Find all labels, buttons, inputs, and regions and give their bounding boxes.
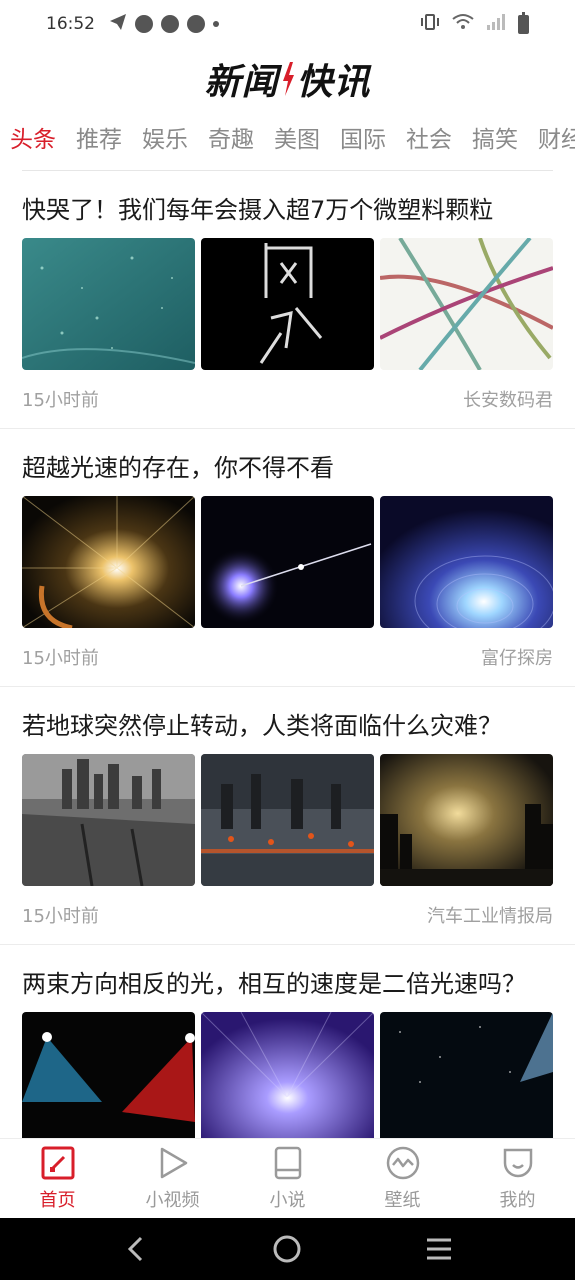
- article-source: 长安数码君: [463, 390, 553, 411]
- article-card[interactable]: 若地球突然停止转动，人类将面临什么灾难？ 15小时前 汽车工业情报局: [0, 687, 575, 945]
- nav-short-video-label: 小视频: [145, 1189, 200, 1211]
- bottom-navigation: 首页 小视频 小说 壁纸 我的: [0, 1138, 575, 1218]
- burning-city-image[interactable]: [201, 754, 374, 886]
- ruined-city-image[interactable]: [22, 754, 195, 886]
- tab-finance[interactable]: 财经: [538, 120, 575, 154]
- article-thumbnails: [22, 238, 553, 370]
- wallpaper-icon: [386, 1146, 419, 1179]
- status-right: [420, 11, 529, 36]
- article-source: 汽车工业情报局: [427, 906, 553, 927]
- telegram-send-icon: [109, 13, 127, 36]
- news-feed[interactable]: 快哭了！我们每年会摄入超7万个微塑料颗粒 15小时前 长安数码君 超越光速的存在…: [0, 171, 575, 1138]
- back-icon[interactable]: [106, 1229, 166, 1269]
- book-icon: [274, 1146, 301, 1179]
- tab-entertainment[interactable]: 娱乐: [142, 120, 188, 154]
- tab-pictures[interactable]: 美图: [274, 120, 320, 154]
- nav-home-label: 首页: [39, 1189, 76, 1211]
- lightning-icon: [282, 62, 294, 96]
- water-microplastics-image[interactable]: [22, 238, 195, 370]
- notification-icon: [161, 15, 179, 33]
- article-thumbnails: [22, 754, 553, 886]
- tab-international[interactable]: 国际: [340, 120, 386, 154]
- article-meta: 15小时前 汽车工业情报局: [22, 886, 553, 944]
- article-time: 15小时前: [22, 390, 99, 411]
- wifi-icon: [452, 13, 474, 36]
- tab-society[interactable]: 社会: [406, 120, 452, 154]
- light-particle-image[interactable]: [201, 496, 374, 628]
- nav-short-video[interactable]: 小视频: [115, 1139, 230, 1218]
- article-title[interactable]: 两束方向相反的光，相互的速度是二倍光速吗？: [22, 945, 553, 1012]
- nav-wallpaper[interactable]: 壁纸: [345, 1139, 460, 1218]
- notification-icon: [135, 15, 153, 33]
- play-icon: [160, 1147, 187, 1178]
- vibrate-icon: [420, 13, 440, 36]
- article-title[interactable]: 若地球突然停止转动，人类将面临什么灾难？: [22, 687, 553, 754]
- signal-icon: [486, 13, 506, 36]
- article-meta: 15小时前 长安数码君: [22, 370, 553, 428]
- plastic-fibers-image[interactable]: [380, 238, 553, 370]
- battery-icon: [518, 11, 529, 34]
- starburst-image[interactable]: [22, 496, 195, 628]
- light-tunnel-image[interactable]: [201, 1012, 374, 1138]
- article-source: 富仔探房: [481, 648, 553, 669]
- app-header: 新闻 快讯: [0, 52, 575, 106]
- category-tabs: 头条 推荐 娱乐 奇趣 美图 国际 社会 搞笑 财经: [0, 114, 575, 160]
- status-left: 16:52: [46, 13, 219, 36]
- recents-icon[interactable]: [409, 1229, 469, 1269]
- tab-funny[interactable]: 搞笑: [472, 120, 518, 154]
- article-title[interactable]: 快哭了！我们每年会摄入超7万个微塑料颗粒: [22, 171, 553, 238]
- article-time: 15小时前: [22, 906, 99, 927]
- nav-profile[interactable]: 我的: [460, 1139, 575, 1218]
- system-navigation-bar: [0, 1218, 575, 1280]
- nav-home[interactable]: 首页: [0, 1139, 115, 1218]
- article-card[interactable]: 超越光速的存在，你不得不看 15小时前 富仔探房: [0, 429, 575, 687]
- nav-novel-label: 小说: [269, 1189, 306, 1211]
- calligraphy-image[interactable]: [201, 238, 374, 370]
- stormy-ruins-image[interactable]: [380, 754, 553, 886]
- tab-curiosities[interactable]: 奇趣: [208, 120, 254, 154]
- logo-text-right: 快讯: [296, 62, 371, 103]
- notification-icon: [187, 15, 205, 33]
- space-beam-image[interactable]: [380, 1012, 553, 1138]
- tab-headlines[interactable]: 头条: [10, 120, 56, 154]
- home-circle-icon[interactable]: [257, 1229, 317, 1269]
- article-card[interactable]: 快哭了！我们每年会摄入超7万个微塑料颗粒 15小时前 长安数码君: [0, 171, 575, 429]
- nav-wallpaper-label: 壁纸: [384, 1189, 421, 1211]
- logo-text-left: 新闻: [204, 62, 279, 103]
- article-thumbnails: [22, 1012, 553, 1138]
- status-bar: 16:52: [0, 0, 575, 48]
- article-title[interactable]: 超越光速的存在，你不得不看: [22, 429, 553, 496]
- dot-icon: [213, 21, 219, 27]
- article-thumbnails: [22, 496, 553, 628]
- status-time: 16:52: [46, 14, 95, 34]
- app-logo: 新闻 快讯: [204, 53, 370, 105]
- profile-icon: [503, 1148, 532, 1177]
- home-icon: [41, 1146, 74, 1179]
- article-card[interactable]: 两束方向相反的光，相互的速度是二倍光速吗？: [0, 945, 575, 1138]
- wormhole-image[interactable]: [380, 496, 553, 628]
- nav-novel[interactable]: 小说: [230, 1139, 345, 1218]
- spotlights-image[interactable]: [22, 1012, 195, 1138]
- nav-profile-label: 我的: [499, 1189, 536, 1211]
- tab-recommended[interactable]: 推荐: [76, 120, 122, 154]
- article-time: 15小时前: [22, 648, 99, 669]
- article-meta: 15小时前 富仔探房: [22, 628, 553, 686]
